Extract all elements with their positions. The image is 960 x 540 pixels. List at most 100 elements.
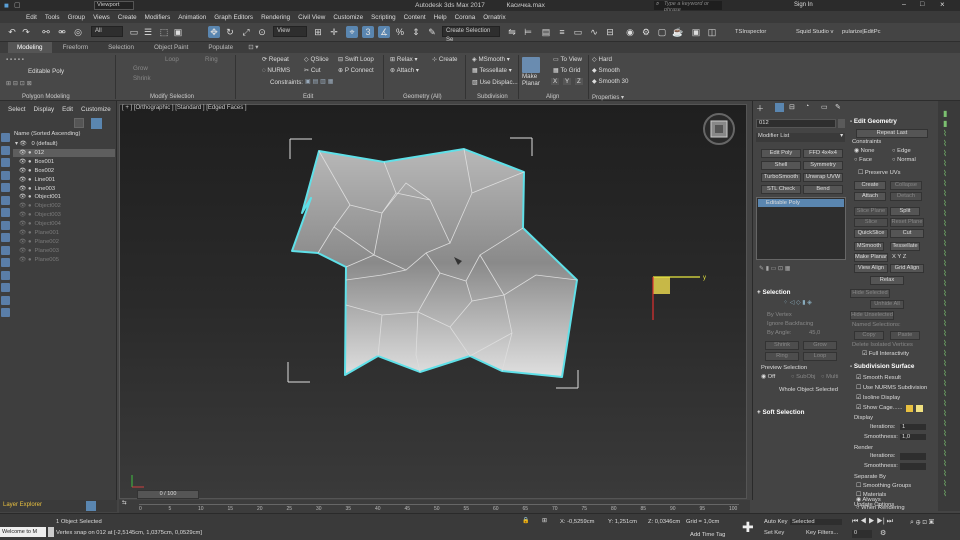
isoline-display-checkbox[interactable]: ☑ Isoline Display [856,395,900,401]
swift-loop-button[interactable]: ⊟ Swift Loop [338,56,374,63]
filter-shapes-icon[interactable] [1,145,10,155]
paste-button[interactable]: Paste [890,331,920,340]
stack-item-editable-poly[interactable]: Editable Poly [758,199,844,207]
visibility-icon[interactable]: 👁 ● [19,159,31,165]
viewport-canvas[interactable]: y [120,105,748,500]
constraint-normal-radio[interactable]: ○ Normal [892,157,916,163]
window-crossing-icon[interactable]: ▣ [172,26,184,38]
shrink-button[interactable]: Shrink [765,341,799,350]
show-cage-checkbox[interactable]: ☑ Show Cage...... [856,405,902,411]
pivot-center-icon[interactable]: ⊞ [312,26,324,38]
rect-region-icon[interactable]: ⬚ [158,26,170,38]
viewport-label[interactable]: [ + ] [Orthographic ] [Standard ] [Edged… [122,105,247,111]
visibility-icon[interactable]: 👁 ● [19,257,31,263]
sync-selection-icon[interactable] [91,118,102,129]
display-smoothness-spinner[interactable]: 1,0 [900,434,926,440]
poly-tools-icons[interactable]: ⊞ ⊟ ⊡ ⊠ [6,80,32,87]
detach-button[interactable]: Detach [890,192,922,201]
make-planar-button[interactable]: Make Planar [522,73,542,87]
transform-gizmo[interactable]: y [652,275,706,320]
visibility-icon[interactable]: 👁 ● [19,230,31,236]
filter-hidden-icon[interactable] [1,270,10,280]
by-vertex-checkbox[interactable]: By Vertex [767,312,792,318]
maxscript-toggle[interactable] [48,527,54,537]
utilities-tab-icon[interactable]: ✎ [835,103,841,111]
undo-icon[interactable]: ↶ [6,26,18,38]
layer-explorer-label[interactable]: Layer Explorer [3,502,42,508]
constraint-edge-radio[interactable]: ○ Edge [892,148,911,154]
menu-ornatrix[interactable]: Ornatrix [483,14,505,21]
visibility-icon[interactable]: 👁 ● [19,150,31,156]
modify-selection-group[interactable]: Modify Selection [150,94,194,100]
menu-graph-editors[interactable]: Graph Editors [214,14,253,21]
visibility-icon[interactable]: 👁 ● [19,239,31,245]
snaps-toggle-icon[interactable]: ⌖ [346,26,358,38]
visibility-icon[interactable]: 👁 ● [19,186,31,192]
layer-explorer-icon[interactable]: ≡ [556,26,568,38]
cut-button[interactable]: ✂ Cut [304,67,321,74]
spinner-snap-icon[interactable]: ⇕ [410,26,422,38]
set-key-button[interactable]: Set Key [764,530,784,536]
filter-all-icon[interactable] [1,283,10,292]
scene-item[interactable]: 👁 ● Box001 [13,158,115,167]
display-tab-icon[interactable]: ▭ [821,103,828,111]
update-rendering-radio[interactable]: ○ When Rendering [856,505,905,511]
add-time-tag-button[interactable]: Add Time Tag [690,532,725,538]
visibility-icon[interactable]: ▾ 👁 [15,141,29,147]
filter-none-icon[interactable] [1,295,10,305]
soft-selection-rollout-header[interactable]: + Soft Selection [757,409,804,416]
geometry-group[interactable]: Geometry (All) [403,94,442,100]
make-planar-z[interactable]: Z [575,78,583,85]
mod-edit-poly-button[interactable]: Edit Poly [761,149,801,158]
scene-item[interactable]: 👁 ● Object003 [13,211,115,220]
object-name-input[interactable]: 012 [756,119,836,128]
grid-align-button[interactable]: Grid Align [890,264,924,273]
key-filters-button[interactable]: Key Filters... [806,530,838,536]
select-scale-icon[interactable]: ⤢ [240,26,252,38]
sign-in-link[interactable]: Sign In [794,2,813,8]
menu-views[interactable]: Views [93,14,110,21]
ignore-backfacing-checkbox[interactable]: Ignore Backfacing [767,321,813,327]
by-angle-checkbox[interactable]: By Angle: [767,330,792,336]
rendered-frame-icon[interactable]: ▢ [656,26,668,38]
timeline-track[interactable]: 0 5 10 15 20 25 30 35 40 45 50 55 60 65 70 75 80 85 90 95 10… [139,504,739,513]
scene-item[interactable]: 👁 ● Plane001 [13,229,115,238]
scene-item[interactable]: 👁 ● Object001 [13,193,115,202]
hard-button[interactable]: ◇ Hard [592,56,612,63]
visibility-icon[interactable]: 👁 ● [19,203,31,209]
ring-button[interactable]: Ring [205,56,218,63]
smooth-button[interactable]: ◆ Smooth [592,67,620,74]
mirror-icon[interactable]: ⇋ [506,26,518,38]
tab-modeling[interactable]: Modeling [8,42,52,53]
angle-value[interactable]: 45,0 [809,330,820,336]
auto-key-button[interactable]: Auto Key [764,519,788,525]
p-connect-button[interactable]: ⊕ P Connect [338,67,374,74]
ribbon-toggle-icon[interactable]: ▭ [572,26,584,38]
mod-stl-check-button[interactable]: STL Check [761,185,801,194]
tessellate-button[interactable]: Tessellate [890,242,920,251]
preview-subobj-radio[interactable]: ○ SubObj [791,374,815,380]
relax-button[interactable]: Relax [870,276,904,285]
named-selection-dropdown[interactable]: Create Selection Se [442,26,500,43]
preview-multi-radio[interactable]: ○ Multi [821,374,838,380]
menu-scripting[interactable]: Scripting [371,14,396,21]
preserve-uvs-checkbox[interactable]: ☐ Preserve UVs [858,170,901,176]
make-planar-button[interactable]: Make Planar [854,253,888,262]
grow-button[interactable]: Grow [803,341,837,350]
viewport-nav-icons[interactable]: ⌕ ⊕ ⊡ ▣ [910,519,934,527]
filter-frozen-icon[interactable] [1,258,10,267]
create-button[interactable]: ⊹ Create [432,56,457,63]
nurms-button[interactable]: ◌ NURMS [262,67,290,74]
filter-spacewarps-icon[interactable] [1,195,10,205]
menu-tools[interactable]: Tools [45,14,60,21]
menu-group[interactable]: Group [68,14,86,21]
menu-civil-view[interactable]: Civil View [298,14,325,21]
filter-helpers-icon[interactable] [1,183,10,192]
hide-unselected-button[interactable]: Hide Unselected [850,311,894,320]
select-object-icon[interactable]: ▭ [128,26,140,38]
attach-button[interactable]: Attach [854,192,886,201]
maximize-icon[interactable]: □ [920,1,924,8]
view-align-button[interactable]: View Align [854,264,888,273]
menu-animation[interactable]: Animation [178,14,206,21]
snap-3d-icon[interactable]: 3 [362,26,374,38]
